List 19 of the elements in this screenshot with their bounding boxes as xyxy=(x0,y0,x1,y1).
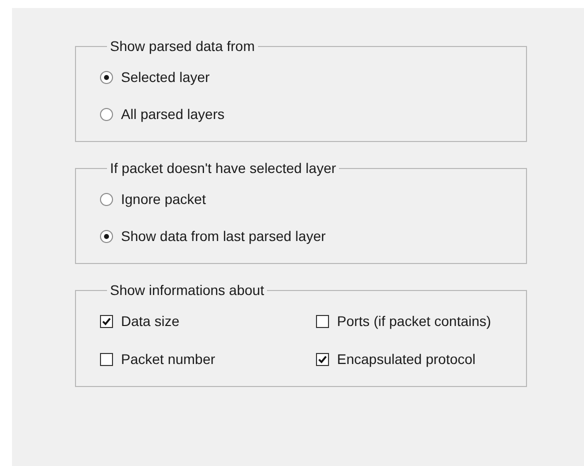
group-title: Show informations about xyxy=(109,282,266,298)
group-title: Show parsed data from xyxy=(109,38,256,54)
radio-button[interactable] xyxy=(100,230,113,242)
checkbox[interactable] xyxy=(316,352,329,366)
option-label: Show data from last parsed layer xyxy=(121,226,326,246)
option-label: Ports (if packet contains) xyxy=(337,312,492,331)
option-label: All parsed layers xyxy=(121,104,224,124)
option-label: Selected layer xyxy=(121,68,210,87)
option-label: Ignore packet xyxy=(121,190,206,209)
radio-button[interactable] xyxy=(100,70,113,84)
checkbox[interactable] xyxy=(316,314,329,328)
option-label: Packet number xyxy=(121,350,216,368)
checkbox[interactable] xyxy=(100,314,113,328)
radio-button[interactable] xyxy=(100,192,113,206)
checkbox[interactable] xyxy=(100,352,113,366)
option-label: Data size xyxy=(121,312,180,330)
option-label: Encapsulated protocol xyxy=(337,350,476,369)
radio-button[interactable] xyxy=(100,108,113,120)
group-title: If packet doesn't have selected layer xyxy=(109,160,338,176)
